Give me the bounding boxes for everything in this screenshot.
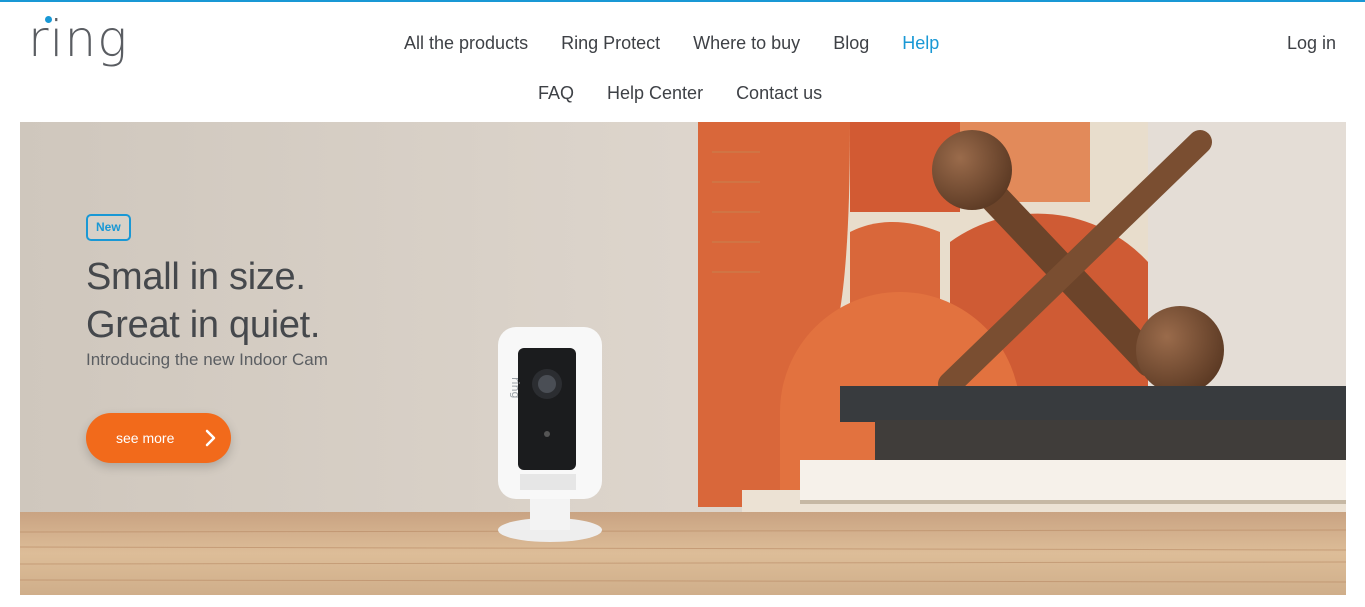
logo-text: ring	[28, 10, 129, 68]
subnav-help-center[interactable]: Help Center	[607, 81, 703, 105]
help-subnav: FAQ Help Center Contact us	[538, 81, 855, 105]
chevron-right-icon	[205, 429, 216, 447]
nav-help[interactable]: Help	[902, 31, 939, 57]
wooden-shelf	[20, 512, 1346, 595]
ring-logo[interactable]: ring	[28, 10, 128, 76]
nav-ring-protect[interactable]: Ring Protect	[561, 31, 660, 57]
login-link[interactable]: Log in	[1287, 31, 1336, 55]
primary-nav: All the products Ring Protect Where to b…	[404, 31, 972, 57]
see-more-button[interactable]: see more	[86, 413, 231, 463]
top-accent-rule	[0, 0, 1365, 2]
nav-all-products[interactable]: All the products	[404, 31, 528, 57]
see-more-label: see more	[116, 430, 175, 446]
nav-blog[interactable]: Blog	[833, 31, 869, 57]
nav-where-to-buy[interactable]: Where to buy	[693, 31, 800, 57]
subnav-contact-us[interactable]: Contact us	[736, 81, 822, 105]
subnav-faq[interactable]: FAQ	[538, 81, 574, 105]
headline-line-2: Great in quiet.	[86, 304, 321, 346]
hero-headline: Small in size. Great in quiet.	[86, 253, 321, 349]
hero-subline: Introducing the new Indoor Cam	[86, 350, 328, 369]
camera-brand-text: ring	[509, 377, 522, 399]
new-badge: New	[86, 214, 131, 241]
headline-line-1: Small in size.	[86, 256, 306, 298]
